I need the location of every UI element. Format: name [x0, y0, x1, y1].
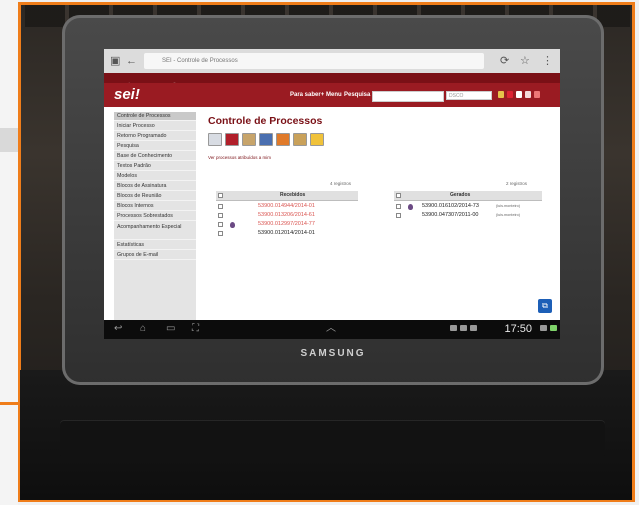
page-title: Controle de Processos — [208, 115, 323, 127]
filter-link[interactable]: Ver processos atribuídos a mim — [208, 155, 271, 160]
browser-toolbar: ▣ ← SEI - Controle de Processos ⟳ ☆ ⋮ — [104, 49, 560, 74]
sidebar-item-internos[interactable]: Blocos Internos — [114, 202, 196, 211]
tab-icon[interactable]: ▣ — [110, 54, 120, 68]
assign-icon[interactable] — [242, 133, 256, 146]
generated-header-label: Gerados — [450, 192, 471, 198]
annotation-icon[interactable] — [408, 204, 413, 210]
user-icon[interactable] — [516, 91, 522, 98]
sync-icon[interactable] — [470, 325, 477, 331]
sidebar-item-controle[interactable]: Controle de Processos — [114, 112, 196, 121]
generated-count: 2 registros — [506, 181, 528, 186]
tablet-screen: ▣ ← SEI - Controle de Processos ⟳ ☆ ⋮ MI… — [104, 49, 560, 339]
status-clock: 17:50 — [504, 323, 532, 335]
notes-icon[interactable] — [498, 91, 504, 98]
process-link[interactable]: 53900.012997/2014-77 — [258, 221, 315, 228]
notice-icon[interactable] — [310, 133, 324, 146]
received-header: Recebidos — [216, 191, 358, 201]
refresh-icon[interactable]: ⟳ — [500, 54, 509, 68]
annotate-icon[interactable] — [293, 133, 307, 146]
process-link[interactable]: 53900.014944/2014-01 — [258, 203, 315, 210]
logout-icon[interactable] — [534, 91, 540, 98]
row-checkbox[interactable] — [396, 213, 401, 218]
case-strap — [60, 420, 605, 458]
sidebar-item-base[interactable]: Base de Conhecimento — [114, 152, 196, 161]
print-icon[interactable] — [208, 133, 222, 146]
wifi-icon — [540, 325, 547, 331]
row-checkbox[interactable] — [396, 204, 401, 209]
row-checkbox[interactable] — [218, 204, 223, 209]
mark-icon[interactable] — [259, 133, 273, 146]
sidebar-item-grupos[interactable]: Grupos de E-mail — [114, 251, 196, 260]
select-all-received[interactable] — [218, 193, 223, 198]
screenshot-icon[interactable]: ⛶ — [192, 322, 199, 336]
home-nav-icon[interactable]: ⌂ — [140, 322, 146, 336]
sidebar-item-estatisticas[interactable]: Estatísticas — [114, 241, 196, 250]
received-header-label: Recebidos — [280, 192, 306, 198]
row-checkbox[interactable] — [218, 213, 223, 218]
assignee-tag[interactable]: (luis.monteiro) — [496, 204, 520, 208]
background-wall — [0, 0, 18, 505]
unit-select[interactable]: DSCO — [446, 91, 492, 100]
assignee-tag[interactable]: (luis.monteiro) — [496, 213, 520, 217]
back-nav-icon[interactable]: ↩ — [114, 322, 122, 336]
received-count: 4 registros — [330, 181, 352, 186]
tools-icon[interactable] — [525, 91, 531, 98]
ministry-bar: MINISTÉRIO DAS COMUNICAÇÕES — [104, 73, 560, 87]
alert-icon[interactable] — [507, 91, 513, 98]
overflow-menu-icon[interactable]: ⋮ — [542, 54, 553, 68]
frame-accent — [0, 402, 20, 405]
sei-header: sei! Para saber+ Menu Pesquisa DSCO — [104, 83, 560, 107]
row-checkbox[interactable] — [218, 231, 223, 236]
send-icon[interactable] — [225, 133, 239, 146]
select-all-generated[interactable] — [396, 193, 401, 198]
sidebar-item-reuniao[interactable]: Blocos de Reunião — [114, 192, 196, 201]
sei-logo[interactable]: sei! — [114, 86, 140, 103]
device-brand: SAMSUNG — [300, 348, 366, 359]
row-checkbox[interactable] — [218, 222, 223, 227]
sidebar: Controle de Processos Iniciar Processo R… — [114, 112, 196, 322]
conclude-icon[interactable] — [276, 133, 290, 146]
search-input[interactable] — [372, 91, 444, 102]
window-switch-icon[interactable]: ⧉ — [538, 299, 552, 313]
keyboard-chevron-icon[interactable]: ︿ — [326, 322, 336, 336]
sidebar-item-iniciar[interactable]: Iniciar Processo — [114, 122, 196, 131]
battery-icon — [550, 325, 557, 331]
android-navbar: ↩ ⌂ ▭ ⛶ ︿ 17:50 — [104, 320, 560, 339]
sidebar-item-sobrestados[interactable]: Processos Sobrestados — [114, 212, 196, 221]
process-link[interactable]: 53900.012014/2014-01 — [258, 230, 315, 237]
sidebar-item-acompanhamento[interactable]: Acompanhamento Especial — [114, 222, 196, 240]
generated-header: Gerados — [394, 191, 542, 201]
address-bar[interactable]: SEI - Controle de Processos — [144, 53, 484, 69]
notification-icon[interactable] — [450, 325, 457, 331]
sidebar-item-assinatura[interactable]: Blocos de Assinatura — [114, 182, 196, 191]
recent-apps-icon[interactable]: ▭ — [166, 322, 175, 336]
link-menu[interactable]: Menu — [326, 92, 342, 98]
sidebar-item-retorno[interactable]: Retorno Programado — [114, 132, 196, 141]
process-link[interactable]: 53900.047307/2011-00 — [422, 212, 478, 219]
process-link[interactable]: 53900.013206/2014-61 — [258, 212, 315, 219]
back-icon[interactable]: ← — [126, 54, 137, 68]
sidebar-item-modelos[interactable]: Modelos — [114, 172, 196, 181]
link-pesquisa[interactable]: Pesquisa — [344, 92, 370, 98]
star-icon[interactable]: ☆ — [520, 54, 530, 68]
sidebar-item-textos[interactable]: Textos Padrão — [114, 162, 196, 171]
process-link[interactable]: 53900.016102/2014-73 — [422, 203, 479, 210]
sidebar-item-pesquisa[interactable]: Pesquisa — [114, 142, 196, 151]
email-icon[interactable] — [460, 325, 467, 331]
annotation-icon[interactable] — [230, 222, 235, 228]
link-para-saber[interactable]: Para saber+ — [290, 92, 324, 98]
